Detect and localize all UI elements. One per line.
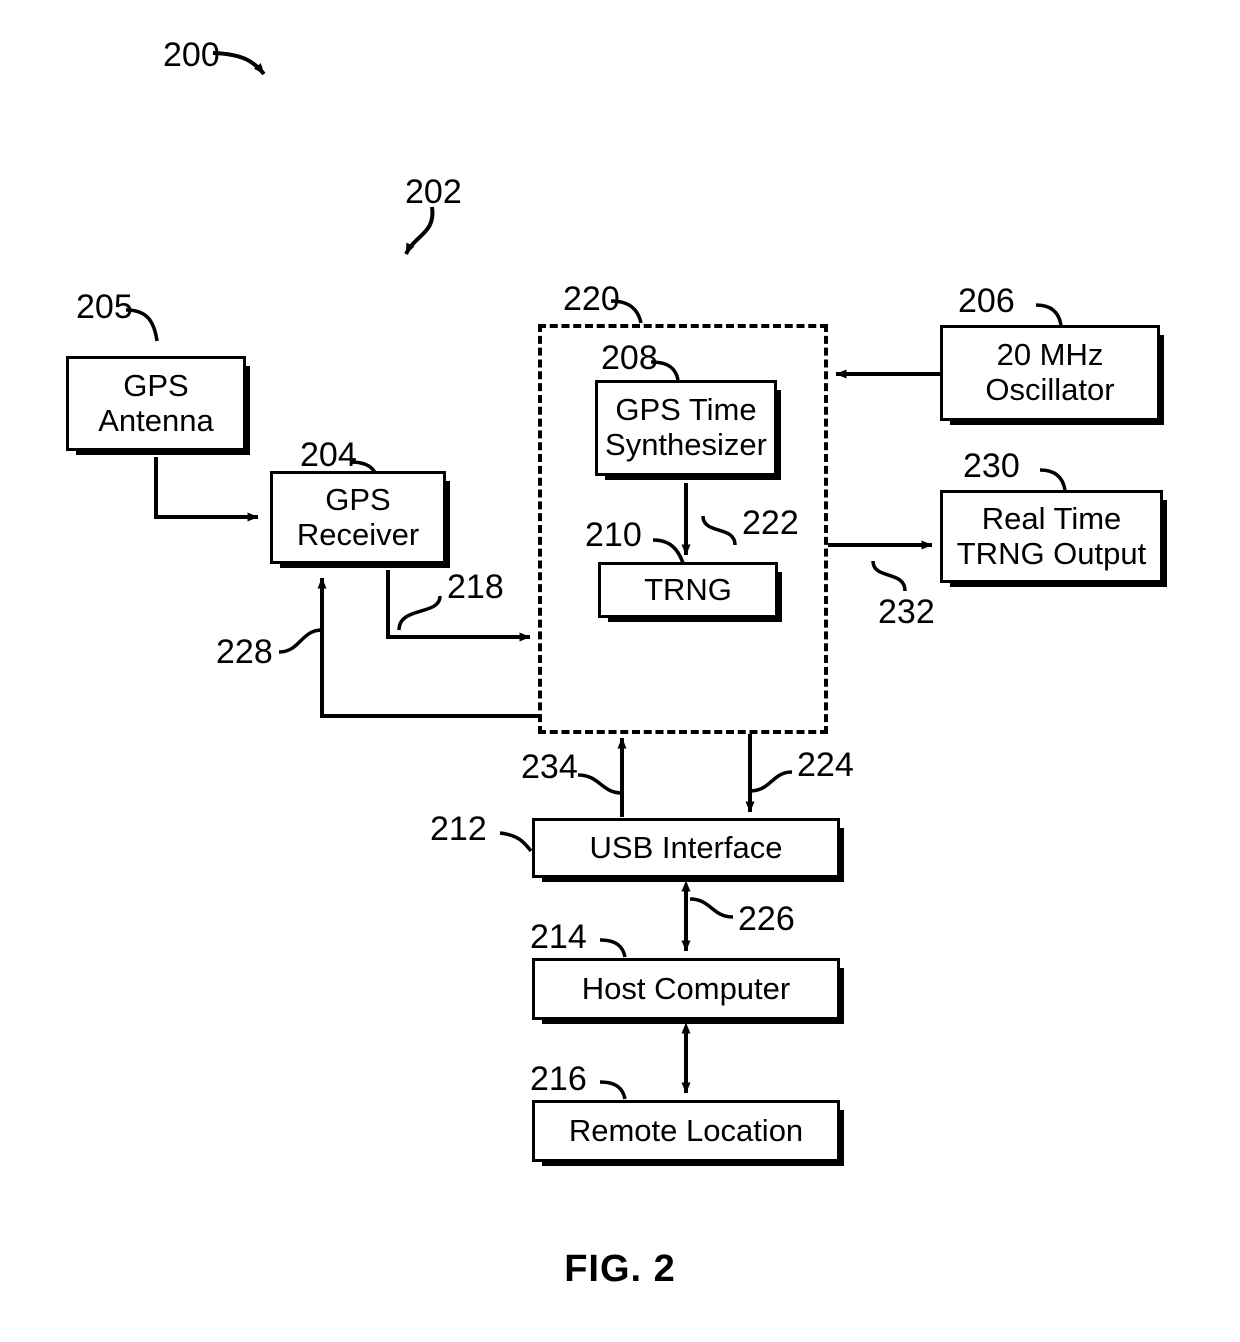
lead-line-218	[397, 595, 442, 631]
block-oscillator[interactable]: 20 MHz Oscillator	[940, 325, 1164, 425]
block-trng-label: TRNG	[644, 571, 732, 607]
block-gps-receiver[interactable]: GPS Receiver	[270, 471, 450, 568]
lead-line-224	[749, 770, 793, 793]
ref-numeral-222: 222	[742, 504, 799, 542]
block-remote-location-label: Remote Location	[568, 1112, 804, 1148]
lead-line-234	[577, 773, 623, 795]
ref-numeral-234: 234	[521, 748, 578, 786]
ref-numeral-216: 216	[530, 1060, 587, 1098]
block-usb-interface-label: USB Interface	[589, 829, 783, 865]
block-host-computer-label: Host Computer	[581, 970, 791, 1006]
patent-figure: GPS Antenna GPS Receiver GPS Time Synthe…	[0, 0, 1240, 1342]
ref-numeral-210: 210	[585, 516, 642, 554]
lead-line-202	[404, 206, 435, 255]
ref-numeral-206: 206	[958, 282, 1015, 320]
lead-line-228	[278, 628, 323, 654]
block-oscillator-label: 20 MHz Oscillator	[985, 337, 1115, 407]
ref-numeral-220: 220	[563, 280, 620, 318]
ref-numeral-205: 205	[76, 288, 133, 326]
block-trng[interactable]: TRNG	[598, 562, 782, 622]
ref-numeral-200: 200	[163, 36, 220, 74]
connector-antenna-to-receiver	[154, 457, 259, 522]
block-real-time-trng-output[interactable]: Real Time TRNG Output	[940, 490, 1167, 587]
ref-numeral-230: 230	[963, 447, 1020, 485]
lead-line-212	[499, 831, 533, 853]
ref-numeral-228: 228	[216, 633, 273, 671]
ref-numeral-218: 218	[447, 568, 504, 606]
ref-numeral-232: 232	[878, 593, 935, 631]
block-gps-antenna-label: GPS Antenna	[98, 367, 214, 438]
lead-line-206	[1035, 303, 1063, 326]
ref-numeral-212: 212	[430, 810, 487, 848]
lead-line-226	[689, 897, 734, 919]
block-usb-interface[interactable]: USB Interface	[532, 818, 844, 882]
block-real-time-trng-output-label: Real Time TRNG Output	[956, 500, 1147, 571]
figure-caption: FIG. 2	[564, 1248, 676, 1290]
lead-line-200	[212, 51, 266, 76]
ref-numeral-208: 208	[601, 339, 658, 377]
ref-numeral-202: 202	[405, 173, 462, 211]
block-gps-time-synthesizer-label: GPS Time Synthesizer	[605, 392, 767, 462]
block-remote-location[interactable]: Remote Location	[532, 1100, 844, 1166]
connector-module-to-receiver	[317, 577, 540, 718]
ref-numeral-214: 214	[530, 918, 587, 956]
block-gps-antenna[interactable]: GPS Antenna	[66, 356, 250, 455]
ref-numeral-224: 224	[797, 746, 854, 784]
block-gps-time-synthesizer[interactable]: GPS Time Synthesizer	[595, 380, 781, 480]
ref-numeral-226: 226	[738, 900, 795, 938]
block-gps-receiver-label: GPS Receiver	[296, 481, 420, 552]
ref-numeral-204: 204	[300, 436, 357, 474]
lead-line-232	[871, 560, 907, 592]
lead-line-230	[1039, 468, 1067, 491]
lead-line-214	[599, 938, 627, 958]
block-host-computer[interactable]: Host Computer	[532, 958, 844, 1024]
lead-line-216	[599, 1080, 627, 1100]
